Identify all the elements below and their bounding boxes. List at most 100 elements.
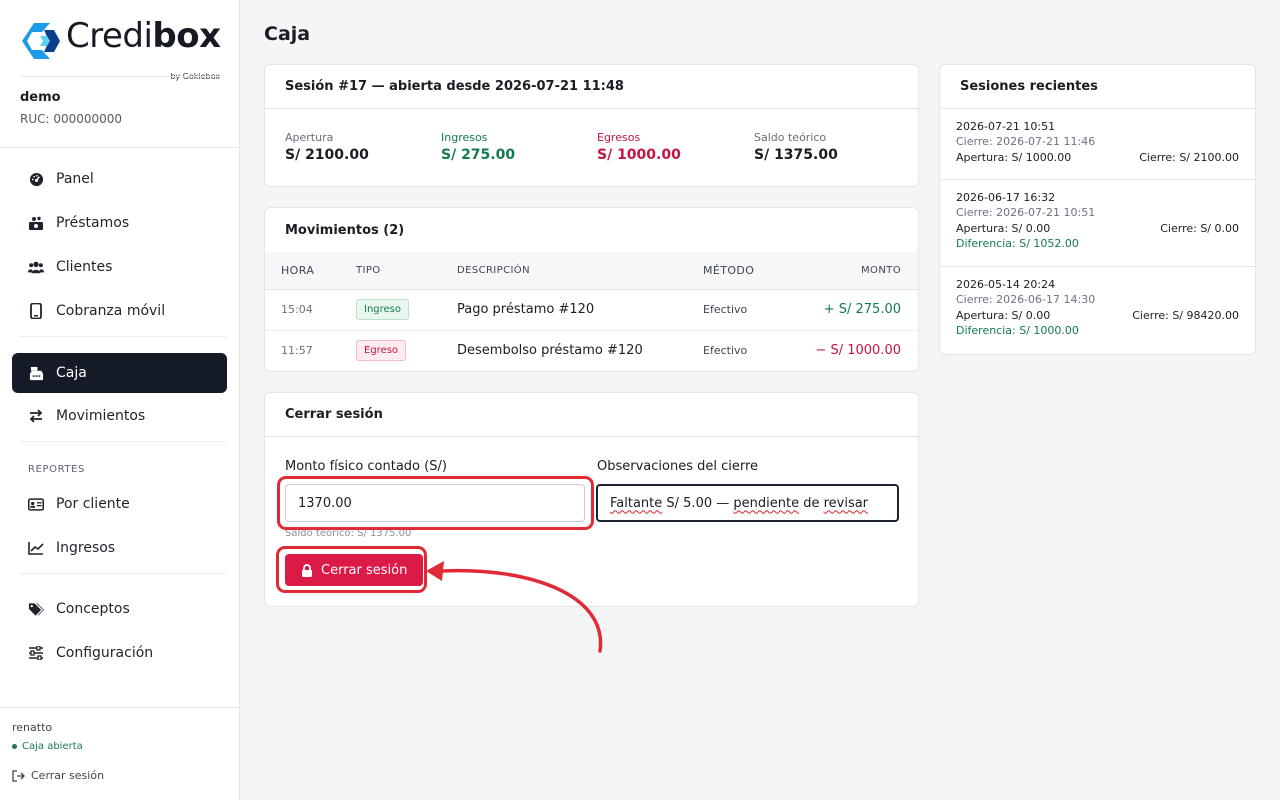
obs-text: Faltante S/ 5.00 — pendiente de revisar [610,496,868,511]
cell-monto: − S/ 1000.00 [815,343,901,359]
stat-label: Apertura [285,131,334,144]
cell-hora: 11:57 [281,344,313,358]
status-badge: Ingreso [356,299,410,320]
sidebar-item-ingresos[interactable]: Ingresos [12,528,227,568]
stat-value: S/ 1000.00 [597,147,681,163]
list-item[interactable]: 2026-06-17 16:32 Cierre: 2026-07-21 10:5… [940,180,1255,267]
brand-name: Credibox [66,16,221,56]
session-date: 2026-05-14 20:24 [956,278,1056,291]
saldo-teorico-hint: Saldo teórico: S/ 1375.00 [285,528,412,539]
gauge-icon [28,171,44,187]
col-tipo[interactable]: TIPO [356,252,457,290]
obs-word: pendiente [733,495,800,511]
table-header-row: HORA TIPO DESCRIPCIÓN MÉTODO MONTO [265,252,918,290]
sidebar-item-cobranza-movil[interactable]: Cobranza móvil [12,291,227,331]
cerrar-sesion-title: Cerrar sesión [265,393,918,437]
session-cierre-monto: Cierre: S/ 0.00 [1160,222,1239,235]
list-item[interactable]: 2026-07-21 10:51 Cierre: 2026-07-21 11:4… [940,109,1255,180]
sidebar-item-label: Movimientos [56,408,146,424]
obs-word: revisar [823,495,869,511]
arrows-icon [28,408,44,424]
obs-word: Faltante [610,495,663,511]
caja-status-label: Caja abierta [22,741,83,752]
credibox-logo-mark [22,23,60,59]
sidebar-item-prestamos[interactable]: Préstamos [12,203,227,243]
stat-apertura: Apertura S/ 2100.00 [285,131,369,163]
sidebar-item-label: Clientes [56,259,113,275]
session-title: Sesión #17 — abierta desde 2026-07-21 11… [265,65,918,109]
nav-divider [20,441,227,442]
session-apertura: Apertura: S/ 0.00 [956,309,1051,322]
sesiones-recientes-card: Sesiones recientes 2026-07-21 10:51 Cier… [939,64,1256,355]
sidebar-item-label: Por cliente [56,496,130,512]
session-cierre-monto: Cierre: S/ 2100.00 [1139,151,1239,164]
sidebar-item-movimientos[interactable]: Movimientos [12,396,227,436]
sidebar-item-label: Cobranza móvil [56,303,166,319]
credibox-logo[interactable]: Credibox by Gokiebox [20,16,221,81]
sidebar-item-por-cliente[interactable]: Por cliente [12,484,227,524]
movimientos-title: Movimientos (2) [285,222,405,238]
session-cierre-date: Cierre: 2026-07-21 11:46 [956,135,1096,148]
users-icon [28,259,44,275]
sliders-icon [28,645,44,661]
cell-tipo: Ingreso [356,289,457,331]
movimientos-table: HORA TIPO DESCRIPCIÓN MÉTODO MONTO 15:04… [265,252,918,371]
sidebar-item-label: Conceptos [56,601,130,617]
sidebar-item-clientes[interactable]: Clientes [12,247,227,287]
table-row[interactable]: 11:57 Egreso Desembolso préstamo #120 Ef… [265,330,918,371]
session-amounts: Apertura: S/ 1000.00 Cierre: S/ 2100.00 [956,151,1239,164]
session-apertura: Apertura: S/ 1000.00 [956,151,1072,164]
money-icon [28,215,44,231]
status-dot-icon [12,744,17,749]
id-card-icon [28,496,44,512]
col-hora[interactable]: HORA [265,252,356,290]
sidebar-divider [0,147,239,148]
sidebar-item-panel[interactable]: Panel [12,159,227,199]
nav-section-reportes: REPORTES [28,464,85,475]
caja-status: Caja abierta [12,741,83,752]
stat-saldo-teorico: Saldo teórico S/ 1375.00 [754,131,838,163]
annotation-arrow-icon [426,561,603,653]
col-monto[interactable]: MONTO [783,252,918,290]
table-row[interactable]: 15:04 Ingreso Pago préstamo #120 Efectiv… [265,289,918,331]
sidebar-footer-divider [0,707,240,708]
cell-hora: 15:04 [265,289,356,331]
sidebar-item-label: Caja [56,365,87,381]
sidebar-item-label: Préstamos [56,215,130,231]
stat-value: S/ 275.00 [441,147,516,163]
movimientos-card: Movimientos (2) HORA TIPO DESCRIPCIÓN MÉ… [264,207,919,372]
cell-monto: + S/ 275.00 [783,289,918,331]
cerrar-sesion-button-label: Cerrar sesión [321,562,408,578]
obs-word: de [799,495,824,511]
sidebar-item-caja[interactable]: Caja [12,353,227,393]
list-item[interactable]: 2026-05-14 20:24 Cierre: 2026-06-17 14:3… [940,267,1255,354]
tags-icon [28,601,44,617]
cell-metodo: Efectivo [703,344,748,358]
lock-icon [301,563,313,577]
sidebar-item-conceptos[interactable]: Conceptos [12,589,227,629]
monto-fisico-input[interactable]: 1370.00 [285,484,585,522]
stat-ingresos: Ingresos S/ 275.00 [441,131,515,163]
page-title: Caja [264,23,311,45]
logout-link[interactable]: Cerrar sesión [12,769,104,782]
session-diferencia: Diferencia: S/ 1052.00 [956,237,1079,250]
phone-icon [28,303,44,319]
col-descripcion[interactable]: DESCRIPCIÓN [457,252,703,290]
session-date: 2026-06-17 16:32 [956,191,1056,204]
session-amounts: Apertura: S/ 0.00 Cierre: S/ 98420.00 [956,309,1239,322]
col-metodo[interactable]: MÉTODO [703,252,783,290]
org-ruc: RUC: 000000000 [20,112,123,126]
stat-label: Saldo teórico [754,131,827,144]
session-amounts: Apertura: S/ 0.00 Cierre: S/ 0.00 [956,222,1239,235]
cash-register-icon [28,365,44,381]
stat-label: Egresos [597,131,641,144]
observaciones-input[interactable]: Faltante S/ 5.00 — pendiente de revisar [596,484,899,522]
cerrar-sesion-button[interactable]: Cerrar sesión [285,554,424,586]
session-diferencia: Diferencia: S/ 1000.00 [956,324,1079,337]
observaciones-label: Observaciones del cierre [597,459,759,474]
stat-label: Ingresos [441,131,488,144]
session-cierre-date: Cierre: 2026-07-21 10:51 [956,206,1096,219]
stat-egresos: Egresos S/ 1000.00 [597,131,681,163]
sidebar-item-configuracion[interactable]: Configuración [12,633,227,673]
nav-divider [20,336,227,337]
